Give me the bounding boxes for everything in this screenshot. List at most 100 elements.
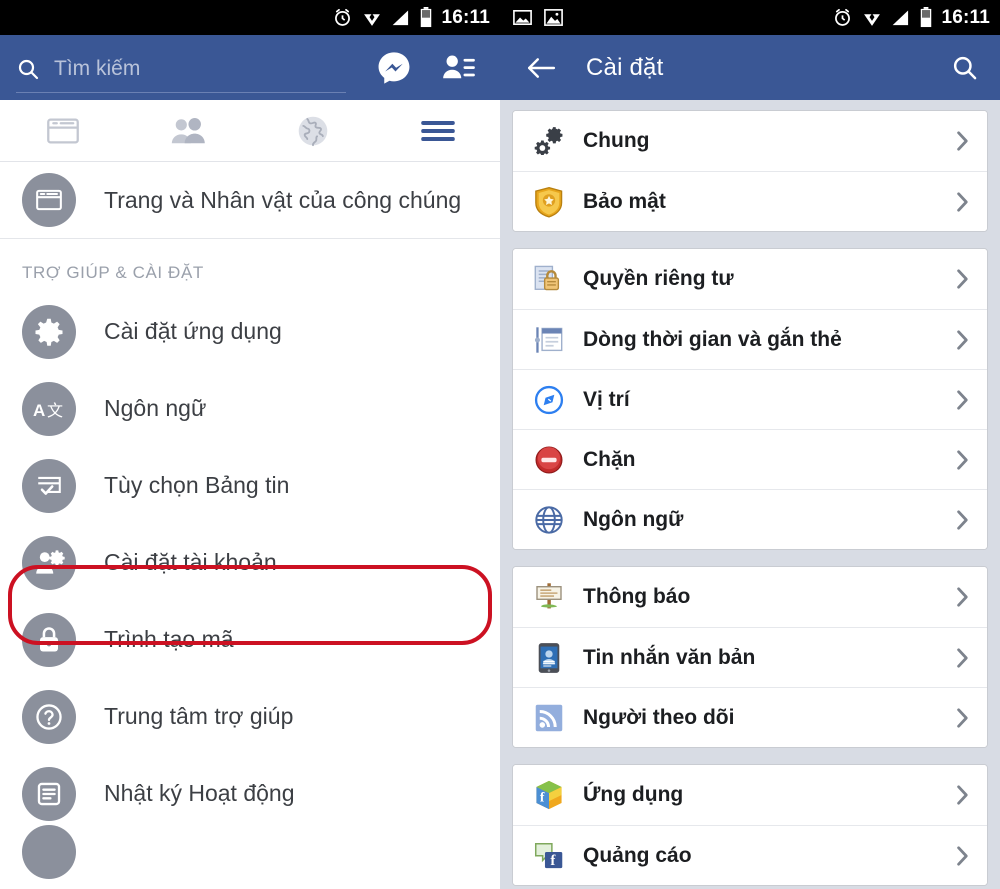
settings-item-vi-tri[interactable]: Vị trí	[513, 369, 987, 429]
settings-item-thong-bao[interactable]: Thông báo	[513, 567, 987, 627]
sidebar-item-partial[interactable]	[0, 825, 500, 879]
alarm-icon	[335, 8, 351, 26]
settings-item-label: Chặn	[583, 447, 636, 471]
svg-text:文: 文	[47, 401, 63, 420]
signal-icon	[893, 10, 909, 25]
settings-group-3: Thông báo Tin nhắn văn bản Người theo dõ…	[512, 566, 988, 748]
search-icon	[18, 59, 39, 80]
chevron-right-icon	[953, 328, 973, 352]
apps-cube-icon: f	[531, 779, 567, 811]
tab-menu[interactable]	[375, 100, 500, 161]
settings-item-dong-thoi-gian[interactable]: Dòng thời gian và gắn thẻ	[513, 309, 987, 369]
news-feed-icon	[46, 118, 79, 143]
gears-icon	[531, 127, 567, 155]
sidebar-item-activity-log[interactable]: Nhật ký Hoạt động	[0, 755, 500, 832]
settings-item-quang-cao[interactable]: f Quảng cáo	[513, 825, 987, 885]
search-input[interactable]	[54, 57, 314, 81]
messenger-icon[interactable]	[376, 50, 412, 86]
settings-list: Chung Bảo mật Quyền riêng tư Dòng thời g…	[500, 100, 1000, 886]
chevron-right-icon	[953, 585, 973, 609]
settings-item-ngon-ngu[interactable]: Ngôn ngữ	[513, 489, 987, 549]
sidebar-section-title: TRỢ GIÚP & CÀI ĐẶT	[0, 239, 500, 293]
sidebar-item-label: Trang và Nhân vật của công chúng	[104, 186, 462, 213]
settings-item-label: Vị trí	[583, 387, 630, 411]
svg-text:A: A	[33, 401, 45, 420]
ads-icon: f	[531, 841, 567, 871]
feed-preferences-icon	[22, 458, 76, 513]
privacy-lock-icon	[531, 263, 567, 295]
pages-icon	[22, 173, 76, 227]
partial-icon	[22, 825, 76, 879]
image-icon	[513, 10, 532, 25]
account-settings-icon	[22, 535, 76, 590]
sidebar-item-feed-preferences[interactable]: Tùy chọn Bảng tin	[0, 447, 500, 524]
settings-item-label: Tin nhắn văn bản	[583, 645, 756, 669]
sidebar-item-app-settings[interactable]: Cài đặt ứng dụng	[0, 293, 500, 370]
sidebar-item-language[interactable]: A 文 Ngôn ngữ	[0, 370, 500, 447]
settings-group-4: f Ứng dụng f Quảng cáo	[512, 764, 988, 886]
status-bar-right-icons: 16:11	[832, 7, 990, 28]
status-bar-right-icons: 16:11	[332, 7, 490, 28]
settings-item-chung[interactable]: Chung	[513, 111, 987, 171]
settings-item-label: Người theo dõi	[583, 705, 735, 729]
svg-text:f: f	[540, 789, 545, 804]
right-pane-settings: 16:11 Cài đặt Chung Bảo mật Quyền riêng …	[500, 0, 1000, 889]
facebook-tab-bar	[0, 100, 500, 162]
settings-group-1: Chung Bảo mật	[512, 110, 988, 232]
tab-friends[interactable]	[125, 100, 250, 161]
picture-icon	[544, 9, 563, 26]
code-generator-lock-icon	[22, 612, 76, 667]
battery-icon	[421, 7, 432, 28]
search-bar-container	[0, 43, 346, 93]
status-bar-left: 16:11	[0, 0, 500, 35]
settings-item-quyen-rieng-tu[interactable]: Quyền riêng tư	[513, 249, 987, 309]
block-icon	[531, 445, 567, 475]
battery-icon	[921, 7, 932, 28]
page-title: Cài đặt	[586, 53, 664, 81]
settings-item-bao-mat[interactable]: Bảo mật	[513, 171, 987, 231]
timeline-tagging-icon	[531, 325, 567, 355]
status-bar-right: 16:11	[500, 0, 1000, 35]
sidebar-item-account-settings[interactable]: Cài đặt tài khoản	[0, 524, 500, 601]
settings-item-label: Quyền riêng tư	[583, 267, 734, 290]
search-icon[interactable]	[951, 54, 978, 81]
facebook-app-bar	[0, 35, 500, 100]
settings-item-nguoi-theo-doi[interactable]: Người theo dõi	[513, 687, 987, 747]
sidebar-item-help-center[interactable]: Trung tâm trợ giúp	[0, 678, 500, 755]
settings-item-tin-nhan-van-ban[interactable]: Tin nhắn văn bản	[513, 627, 987, 687]
chevron-right-icon	[953, 190, 973, 214]
status-bar-notification-icons	[512, 7, 564, 28]
settings-item-label: Dòng thời gian và gắn thẻ	[583, 327, 842, 351]
settings-group-2: Quyền riêng tư Dòng thời gian và gắn thẻ…	[512, 248, 988, 550]
app-bar-actions	[376, 50, 500, 86]
activity-log-icon	[22, 766, 76, 821]
settings-item-label: Ứng dụng	[583, 783, 684, 806]
chevron-right-icon	[953, 844, 973, 868]
chevron-right-icon	[953, 646, 973, 670]
chevron-right-icon	[953, 706, 973, 730]
sidebar-item-label: Nhật ký Hoạt động	[104, 780, 295, 806]
chevron-right-icon	[953, 508, 973, 532]
sidebar-item-pages[interactable]: Trang và Nhân vật của công chúng	[0, 162, 500, 239]
sidebar-item-label: Trình tạo mã	[104, 626, 234, 652]
search-bar[interactable]	[16, 47, 346, 93]
settings-app-bar: Cài đặt	[500, 35, 1000, 100]
status-bar-clock: 16:11	[441, 7, 490, 28]
settings-item-label: Chung	[583, 129, 650, 152]
sidebar-item-label: Tùy chọn Bảng tin	[104, 472, 290, 498]
chevron-right-icon	[953, 448, 973, 472]
wifi-icon	[364, 12, 381, 26]
settings-item-ung-dung[interactable]: f Ứng dụng	[513, 765, 987, 825]
sidebar-item-code-generator[interactable]: Trình tạo mã	[0, 601, 500, 678]
tab-news-feed[interactable]	[0, 100, 125, 161]
sidebar-item-label: Cài đặt tài khoản	[104, 549, 277, 575]
friend-requests-icon[interactable]	[442, 53, 476, 83]
status-bar-clock: 16:11	[941, 7, 990, 28]
notification-signpost-icon	[531, 581, 567, 613]
chevron-right-icon	[953, 267, 973, 291]
settings-item-chan[interactable]: Chặn	[513, 429, 987, 489]
friends-icon	[171, 117, 205, 143]
tab-globe[interactable]	[250, 100, 375, 161]
back-arrow-icon[interactable]	[526, 55, 556, 81]
left-pane-facebook-menu: 16:11 Tìm kiếm Trang và Nhân vật của côn…	[0, 0, 500, 889]
